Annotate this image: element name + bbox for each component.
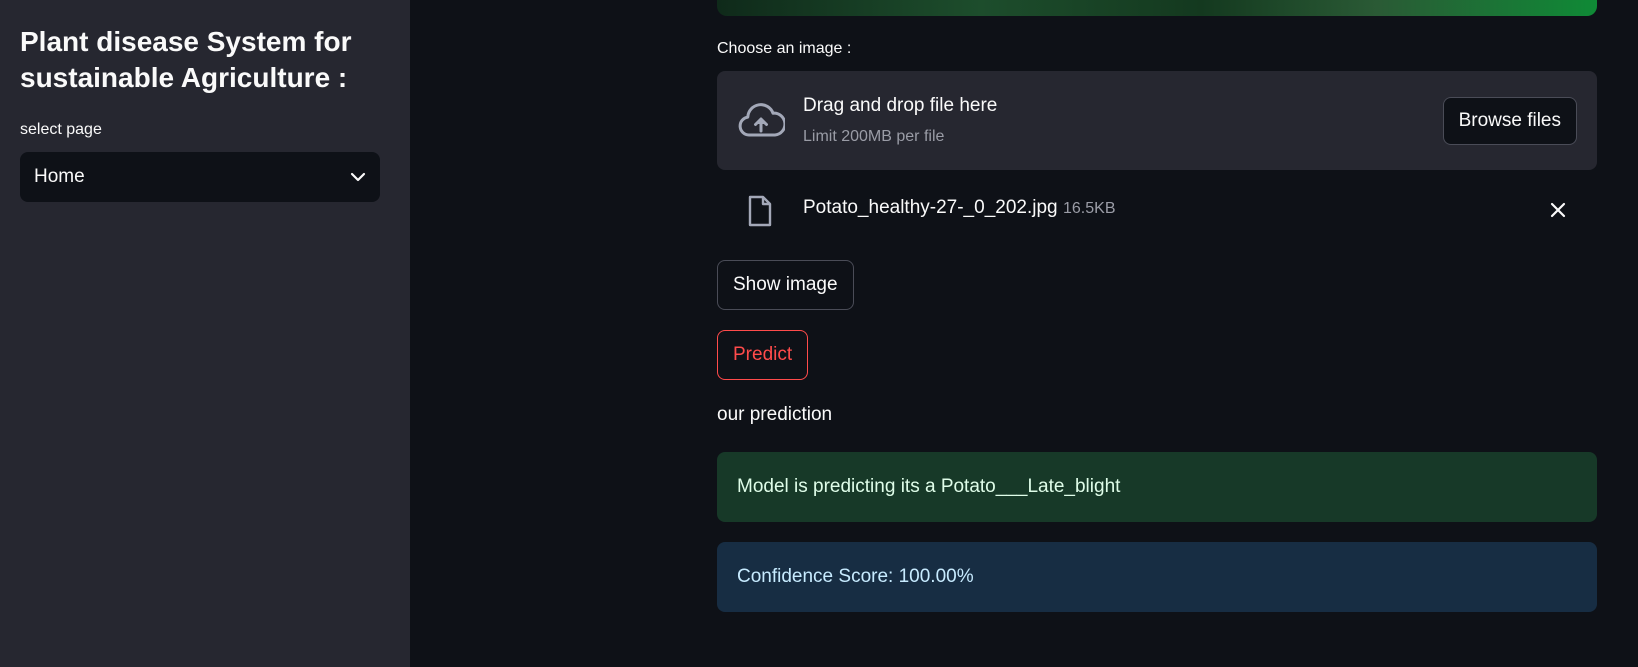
uploaded-file-name: Potato_healthy-27-_0_202.jpg [803,197,1058,218]
predict-button[interactable]: Predict [717,330,809,380]
browse-files-button[interactable]: Browse files [1442,97,1577,145]
page-select[interactable]: Home [20,152,380,202]
prediction-heading: our prediction [717,404,833,425]
sidebar-title: Plant disease System for sustainable Agr… [20,26,352,93]
sidebar: Plant disease System for sustainable Agr… [0,0,410,667]
file-icon [748,195,772,227]
file-dropzone[interactable]: Drag and drop file here Limit 200MB per … [717,71,1597,170]
dropzone-limit-text: Limit 200MB per file [803,128,945,145]
select-page-label: select page [20,121,102,138]
dropzone-title: Drag and drop file here [803,95,998,116]
confidence-info-alert: Confidence Score: 100.00% [717,542,1597,612]
chevron-down-icon [350,172,366,182]
uploaded-file-size: 16.5KB [1063,200,1116,217]
uploaded-file-row: Potato_healthy-27-_0_202.jpg 16.5KB [717,185,1597,233]
cloud-upload-icon [738,103,785,137]
main-content: Choose an image : Drag and drop file her… [717,0,1597,667]
show-image-button[interactable]: Show image [717,260,854,310]
close-icon[interactable] [1549,201,1567,219]
page-select-value: Home [34,166,85,187]
header-banner-image [717,0,1597,16]
prediction-success-alert: Model is predicting its a Potato___Late_… [717,452,1597,522]
uploader-label: Choose an image : [717,40,852,57]
